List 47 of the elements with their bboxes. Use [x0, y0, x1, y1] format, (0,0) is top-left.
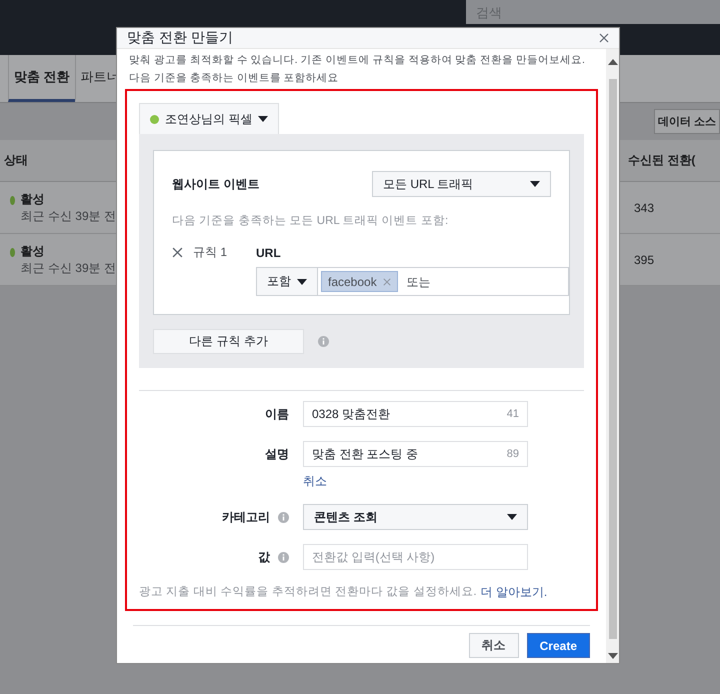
event-label: 웹사이트 이벤트 — [172, 176, 260, 192]
remove-icon[interactable] — [172, 247, 183, 258]
value-note: 광고 지출 대비 수익률을 추적하려면 전환마다 값을 설정하세요. — [139, 585, 477, 600]
create-button[interactable]: Create — [526, 633, 590, 658]
dialog-title: 맞춤 전환 만들기 — [127, 29, 233, 47]
intro-text: 맞춰 광고를 최적화할 수 있습니다. 기존 이벤트에 규칙을 적용하여 맞춤 전환을 만들어보세요. — [128, 53, 586, 67]
category-select[interactable]: 콘텐츠 조회 — [303, 504, 528, 530]
data-source-button[interactable]: 데이터 소스 — [654, 109, 720, 134]
pixel-label: 조연상님의 픽셀 — [165, 110, 252, 128]
scrollbar-thumb[interactable] — [608, 79, 616, 639]
caret-icon — [297, 278, 307, 284]
operator-select[interactable]: 포함 — [257, 268, 318, 295]
token-chip: facebook — [321, 271, 398, 292]
scroll-down-icon[interactable] — [608, 653, 618, 659]
status-detail: 최근 수신 39분 전 — [20, 260, 116, 276]
field-label: 설명 — [265, 446, 289, 462]
status-detail: 최근 수신 39분 전 — [20, 208, 116, 224]
value-field[interactable]: 전환값 입력(선택 사항) — [303, 544, 528, 570]
info-icon[interactable] — [278, 512, 289, 522]
status-text: 활성 — [20, 242, 46, 260]
close-icon[interactable] — [599, 33, 609, 43]
rule-hint: 다음 기준을 충족하는 모든 URL 트래픽 이벤트 포함: — [172, 214, 450, 228]
table-cell: 343 — [634, 200, 654, 214]
status-text: 활성 — [20, 190, 46, 208]
text-field[interactable]: 맞춤 전환 포스팅 중 89 — [303, 441, 528, 467]
text-field[interactable]: 0328 맞춤전환 41 — [303, 401, 528, 427]
event-select[interactable]: 모든 URL 트래픽 — [372, 171, 551, 197]
info-icon[interactable] — [318, 336, 329, 347]
column-header: 상태 — [0, 140, 116, 182]
rule-label: 규칙 1 — [193, 244, 228, 261]
field-label: 값 — [258, 548, 270, 566]
table-cell: 395 — [634, 252, 654, 266]
scroll-up-icon[interactable] — [608, 59, 618, 65]
url-rule-field[interactable]: 포함 facebook 또는 — [256, 267, 569, 296]
column-header: 수신된 전환( — [624, 140, 720, 182]
cancel-button[interactable]: 취소 — [468, 633, 519, 658]
learn-more-link[interactable]: 더 알아보기. — [480, 584, 548, 601]
caret-icon — [507, 514, 517, 520]
field-label: 이름 — [265, 406, 289, 422]
caret-icon — [258, 116, 268, 122]
add-rule-button[interactable]: 다른 규칙 추가 — [153, 329, 304, 354]
pixel-tab[interactable]: 조연상님의 픽셀 — [139, 103, 280, 134]
info-icon[interactable] — [278, 552, 289, 562]
cancel-link[interactable]: 취소 — [303, 473, 528, 490]
criteria-heading: 다음 기준을 충족하는 이벤트를 포함하세요 — [128, 71, 340, 85]
rule-field-label: URL — [256, 246, 282, 260]
field-label: 카테고리 — [222, 508, 270, 526]
